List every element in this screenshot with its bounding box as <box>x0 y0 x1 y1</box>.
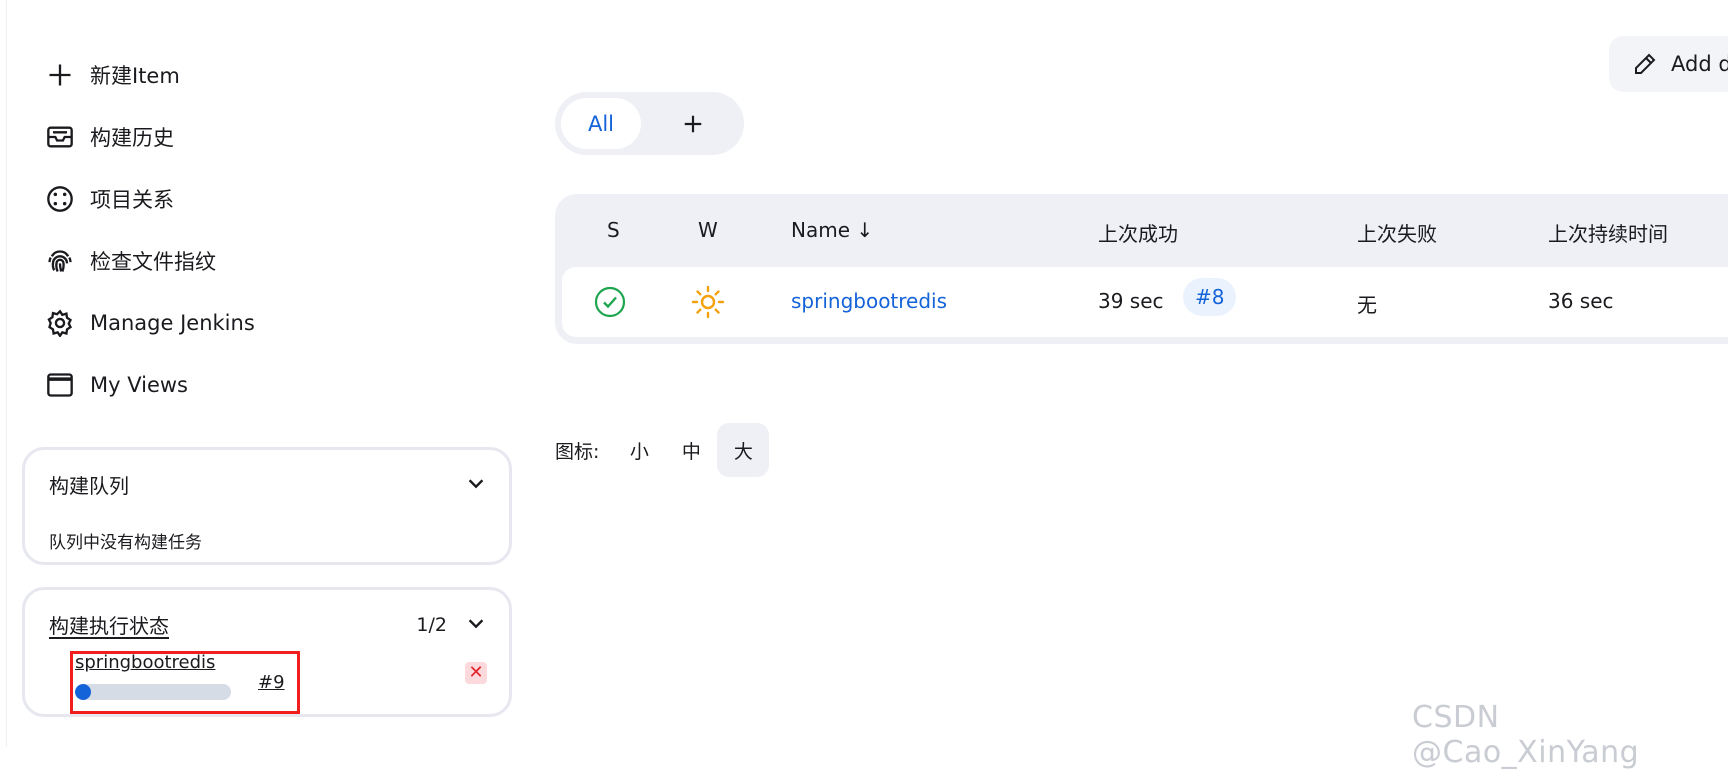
build-queue-empty-text: 队列中没有构建任务 <box>49 533 202 553</box>
column-header-name[interactable]: Name ↓ <box>791 218 873 242</box>
sidebar-item-label: 项目关系 <box>90 188 174 212</box>
build-queue-panel: 构建队列 队列中没有构建任务 <box>22 447 512 565</box>
last-failure-value: 无 <box>1357 293 1377 317</box>
sidebar-item-project-relationship[interactable]: 项目关系 <box>44 168 504 230</box>
icon-size-large[interactable]: 大 <box>717 423 770 477</box>
column-header-last-duration[interactable]: 上次持续时间 <box>1548 218 1668 247</box>
column-header-status[interactable]: S <box>607 218 620 242</box>
sidebar-item-label: 构建历史 <box>90 126 174 150</box>
success-status-icon <box>594 286 626 318</box>
add-description-button[interactable]: Add d <box>1609 36 1728 92</box>
gear-icon <box>44 307 76 339</box>
column-header-last-success[interactable]: 上次成功 <box>1098 218 1178 247</box>
sidebar-item-build-history[interactable]: 构建历史 <box>44 106 504 168</box>
build-executor-title[interactable]: 构建执行状态 <box>49 610 169 639</box>
add-description-label: Add d <box>1671 52 1728 76</box>
window-icon <box>44 369 76 401</box>
view-tabs: All <box>555 92 744 155</box>
plus-icon <box>44 59 76 91</box>
sidebar-item-my-views[interactable]: My Views <box>44 354 504 416</box>
icon-size-switch: 图标: 小 中 大 <box>555 422 770 478</box>
sidebar-item-new-item[interactable]: 新建Item <box>44 44 504 106</box>
add-view-button[interactable] <box>665 98 721 149</box>
icon-size-label: 图标: <box>555 440 600 463</box>
watermark: CSDN @Cao_XinYang <box>1412 700 1640 770</box>
fingerprint-icon <box>44 245 76 277</box>
table-row: springbootredis 39 sec #8 无 36 sec <box>562 267 1728 337</box>
last-success-build-link[interactable]: #8 <box>1183 278 1237 316</box>
icon-size-small[interactable]: 小 <box>613 423 665 477</box>
sidebar-item-label: My Views <box>90 373 188 397</box>
relationship-icon <box>44 183 76 215</box>
sidebar-item-fingerprint[interactable]: 检查文件指纹 <box>44 230 504 292</box>
sidebar-item-label: Manage Jenkins <box>90 311 255 335</box>
jobs-table: S W Name ↓ 上次成功 上次失败 上次持续时间 springbootre… <box>555 194 1728 344</box>
icon-size-medium[interactable]: 中 <box>665 423 717 477</box>
sidebar-nav: 新建Item 构建历史 项目关系 检查文件指纹 Manage Jenkins M… <box>44 44 504 416</box>
plus-icon <box>684 115 702 132</box>
inbox-icon <box>44 121 76 153</box>
job-name-link[interactable]: springbootredis <box>791 289 947 313</box>
sidebar-item-label: 新建Item <box>90 64 180 88</box>
executor-count: 1/2 <box>416 614 447 636</box>
last-success-time: 39 sec <box>1098 289 1164 313</box>
column-header-weather[interactable]: W <box>698 218 718 242</box>
tab-all[interactable]: All <box>561 98 641 149</box>
chevron-down-icon[interactable] <box>465 472 487 494</box>
sunny-weather-icon <box>691 285 725 319</box>
last-duration-value: 36 sec <box>1548 289 1614 313</box>
cancel-build-icon[interactable]: ✕ <box>465 662 487 684</box>
highlight-box <box>70 651 300 714</box>
sidebar-item-manage-jenkins[interactable]: Manage Jenkins <box>44 292 504 354</box>
pencil-icon <box>1635 53 1656 74</box>
build-queue-title: 构建队列 <box>49 474 129 498</box>
sidebar-divider <box>6 0 7 747</box>
column-header-last-failure[interactable]: 上次失败 <box>1357 218 1437 247</box>
chevron-down-icon[interactable] <box>465 612 487 634</box>
sidebar-item-label: 检查文件指纹 <box>90 250 216 274</box>
